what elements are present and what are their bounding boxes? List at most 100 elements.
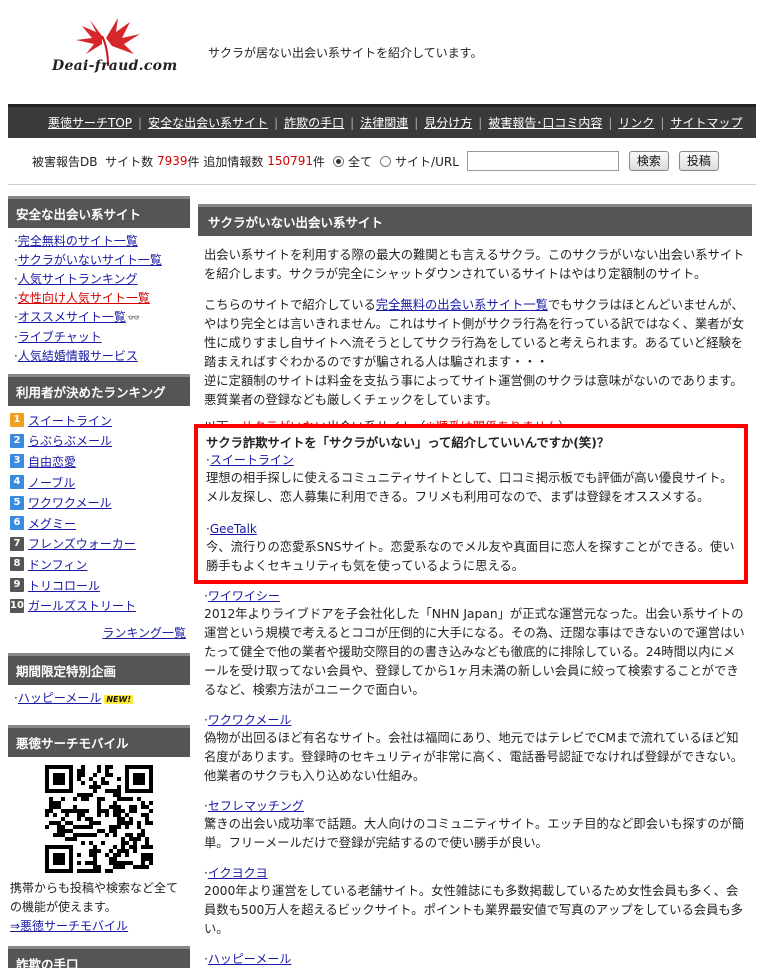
rank-number-badge: 10 xyxy=(10,598,24,613)
intro-paragraph-2: こちらのサイトで紹介している完全無料の出会い系サイト一覧でもサクラはほとんどいま… xyxy=(198,296,752,410)
rank-number-badge: 1 xyxy=(10,413,24,428)
list-item: ·ライブチャット xyxy=(14,330,102,344)
intro-paragraph-1: 出会い系サイトを利用する際の最大の難関とも言えるサクラ。このサクラがいない出会い… xyxy=(204,248,745,281)
safe-link-women[interactable]: 女性向け人気サイト一覧 xyxy=(18,291,150,305)
callout-title: サクラ詐欺サイトを「サクラがいない」って紹介していいんですか(笑)？ xyxy=(206,436,610,450)
info-count-label: 追加情報数 xyxy=(203,154,264,169)
rank-number-badge: 8 xyxy=(10,557,24,572)
mobile-description: 携帯からも投稿や検索など全ての機能が使えます。 xyxy=(10,880,179,914)
new-badge: NEW! xyxy=(104,694,133,704)
ranking-item: 7 フレンズウォーカー xyxy=(10,534,190,555)
ranking-item: 8 ドンフィン xyxy=(10,554,190,575)
list-item: ·オススメサイト一覧 👓 xyxy=(14,308,190,328)
logo-text[interactable]: Deai-fraud.com xyxy=(52,58,177,74)
safe-link-marriage[interactable]: 人気結婚情報サービス xyxy=(18,349,138,363)
radio-all[interactable] xyxy=(333,155,345,167)
nav-law[interactable]: 法律関連 xyxy=(354,116,414,130)
limited-link[interactable]: ハッピーメール xyxy=(18,691,102,705)
ranking-link[interactable]: ワクワクメール xyxy=(28,494,112,511)
site-list: ·ワイワイシー 2012年よりライブドアを子会社化した「NHN Japan」が正式… xyxy=(198,588,752,968)
search-bar: 被害報告DB サイト数 7939 件 追加情報数 150791 件 全て サイト/U… xyxy=(8,144,756,178)
rank-number-badge: 7 xyxy=(10,536,24,551)
list-item: ·人気サイトランキング xyxy=(14,272,138,286)
fraud-heading: 詐欺の手口 xyxy=(8,945,190,968)
safe-link-livechat[interactable]: ライブチャット xyxy=(18,330,102,344)
site-description: 2012年よりライブドアを子会社化した「NHN Japan」が正式な運営元なった… xyxy=(204,607,745,697)
free-sites-link[interactable]: 完全無料の出会い系サイト一覧 xyxy=(376,298,548,312)
site-header: Deai-fraud.com サクラが居ない出会い系サイトを紹介しています。 xyxy=(8,0,756,100)
ranking-item: 3 自由恋愛 xyxy=(10,451,190,472)
site-link-geetalk[interactable]: GeeTalk xyxy=(210,522,257,536)
rank-number-badge: 9 xyxy=(10,578,24,593)
nav-reports[interactable]: 被害報告･口コミ内容 xyxy=(482,116,608,130)
site-description: 驚きの出会い成功率で話題。大人向けのコミュニティサイト。エッチ目的など即会いも探… xyxy=(204,817,745,850)
ranking-item: 5 ワクワクメール xyxy=(10,492,190,513)
callout-site-name: ·スイートライン xyxy=(206,453,294,467)
nav-top[interactable]: 悪徳サーチTOP xyxy=(42,116,138,130)
ranking-link[interactable]: トリコロール xyxy=(28,577,100,594)
nav-fraud-methods[interactable]: 詐欺の手口 xyxy=(278,116,350,130)
intro-paragraph-3: 逆に定額制のサイトは料金を支払う事によってサイト運営側のサクラは意味がないのであ… xyxy=(204,374,743,407)
db-label: 被害報告DB xyxy=(32,154,98,169)
list-item: ·女性向け人気サイト一覧 xyxy=(14,291,150,305)
list-item: ·サクラがいないサイト一覧 xyxy=(14,253,162,267)
list-item: ·ハッピーメール NEW! xyxy=(14,690,133,705)
site-count-unit: 件 xyxy=(187,154,200,169)
site-name: ·イクヨクヨ xyxy=(204,866,268,880)
callout-site-desc: 今、流行りの恋愛系SNSサイト。恋愛系なのでメル友や真面目に恋人を探すことができ… xyxy=(206,540,735,573)
intro2-pre: こちらのサイトで紹介している xyxy=(204,298,376,312)
site-name: ·ワクワクメール xyxy=(204,713,292,727)
list-item: ·人気結婚情報サービス xyxy=(14,349,138,363)
qr-code-icon xyxy=(45,764,153,873)
site-link[interactable]: ワイワイシー xyxy=(208,589,280,603)
search-input[interactable] xyxy=(466,151,619,171)
ranking-more-link[interactable]: ランキング一覧 xyxy=(102,626,186,640)
ranking-heading: 利用者が決めたランキング xyxy=(8,374,190,406)
safe-link-no-sakura[interactable]: サクラがいないサイト一覧 xyxy=(18,253,162,267)
rank-number-badge: 5 xyxy=(10,495,24,510)
callout-site-desc: 理想の相手探しに使えるコミュニティサイトとして、口コミ掲示板でも評価が高い優良サ… xyxy=(206,471,733,504)
main-content: サクラがいない出会い系サイト 出会い系サイトを利用する際の最大の難関とも言えるサ… xyxy=(198,204,752,966)
ranking-item: 10 ガールズストリート xyxy=(10,595,190,616)
radio-site-url[interactable] xyxy=(380,155,392,167)
search-button[interactable]: 検索 xyxy=(628,151,669,171)
annotation-callout: サクラ詐欺サイトを「サクラがいない」って紹介していいんですか(笑)？ ·スイート… xyxy=(194,424,748,584)
ranking-link[interactable]: メグミー xyxy=(28,515,76,532)
rank-number-badge: 6 xyxy=(10,516,24,531)
ranking-link[interactable]: らぶらぶメール xyxy=(28,432,112,449)
ranking-link[interactable]: スイートライン xyxy=(28,412,112,429)
tagline: サクラが居ない出会い系サイトを紹介しています。 xyxy=(208,46,483,60)
ranking-item: 4 ノーブル xyxy=(10,472,190,493)
site-link[interactable]: セフレマッチング xyxy=(208,799,304,813)
rank-number-badge: 4 xyxy=(10,475,24,490)
safe-link-free[interactable]: 完全無料のサイト一覧 xyxy=(18,234,138,248)
mobile-link[interactable]: ⇒悪徳サーチモバイル xyxy=(10,919,128,933)
nav-safe-sites[interactable]: 安全な出会い系サイト xyxy=(142,116,274,130)
nav-how-to-tell[interactable]: 見分け方 xyxy=(418,116,478,130)
ranking-link[interactable]: フレンズウォーカー xyxy=(28,535,136,552)
ranking-link[interactable]: ノーブル xyxy=(28,474,75,491)
nav-sitemap[interactable]: サイトマップ xyxy=(664,116,748,130)
rank-number-badge: 3 xyxy=(10,454,24,469)
safe-sites-list: ·完全無料のサイト一覧 ·サクラがいないサイト一覧 ·人気サイトランキング ·女… xyxy=(8,228,190,374)
ranking-item: 2 らぶらぶメール xyxy=(10,431,190,452)
ranking-link[interactable]: ドンフィン xyxy=(28,556,87,573)
site-link-sweetline[interactable]: スイートライン xyxy=(210,453,294,467)
safe-link-ranking[interactable]: 人気サイトランキング xyxy=(18,272,138,286)
safe-link-recommended[interactable]: オススメサイト一覧 xyxy=(18,310,126,324)
info-count: 150791 xyxy=(267,154,314,168)
ranking-link[interactable]: 自由恋愛 xyxy=(28,453,76,470)
site-link[interactable]: ワクワクメール xyxy=(208,713,292,727)
ranking-item: 1 スイートライン xyxy=(10,410,190,431)
list-item: ·完全無料のサイト一覧 xyxy=(14,234,138,248)
site-name: ·ワイワイシー xyxy=(204,589,280,603)
site-link[interactable]: イクヨクヨ xyxy=(208,866,268,880)
site-entry: ·ワクワクメール 偽物が出回るほど有名なサイト。会社は福岡にあり、地元ではテレビで… xyxy=(198,712,752,786)
site-link[interactable]: ハッピーメール xyxy=(208,952,292,966)
post-button[interactable]: 投稿 xyxy=(678,151,719,171)
ranking-link[interactable]: ガールズストリート xyxy=(28,597,136,614)
qr-wrap xyxy=(8,757,190,879)
site-count: 7939 xyxy=(156,154,188,168)
nav-links[interactable]: リンク xyxy=(612,116,660,130)
